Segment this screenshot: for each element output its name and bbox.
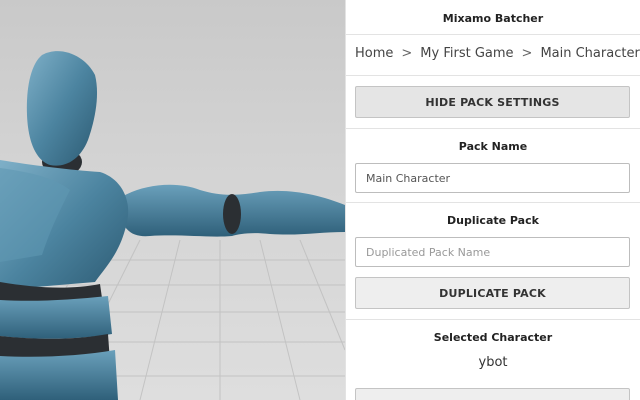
pack-name-section: Pack Name [346, 129, 640, 203]
selected-character-heading: Selected Character [433, 331, 553, 344]
breadcrumb: Home > My First Game > Main Character [355, 46, 640, 61]
selected-character-value: ybot [478, 355, 508, 370]
duplicate-pack-heading: Duplicate Pack [447, 214, 539, 227]
duplicated-pack-name-input[interactable] [355, 237, 630, 267]
character-ybot [0, 51, 345, 400]
selected-character-section: Selected Character ybot [346, 320, 640, 400]
pack-name-heading: Pack Name [458, 140, 528, 153]
breadcrumb-project[interactable]: My First Game [420, 46, 513, 61]
breadcrumb-current: Main Character [540, 46, 640, 61]
app-title: Mixamo Batcher [442, 12, 544, 25]
side-panel: Mixamo Batcher Home > My First Game > Main C… [345, 0, 640, 400]
pack-name-input[interactable] [355, 163, 630, 193]
character-viewport[interactable] [0, 0, 345, 400]
character-preview-image [0, 51, 345, 400]
duplicate-pack-section: Duplicate Pack DUPLICATE PACK [346, 203, 640, 320]
pack-settings-toggle-section: HIDE PACK SETTINGS [346, 76, 640, 129]
app-header: Mixamo Batcher [346, 0, 640, 35]
breadcrumb-section: Home > My First Game > Main Character [346, 35, 640, 76]
breadcrumb-separator: > [521, 46, 533, 61]
duplicate-pack-button[interactable]: DUPLICATE PACK [355, 277, 630, 309]
switch-character-button[interactable] [355, 388, 630, 400]
hide-pack-settings-button[interactable]: HIDE PACK SETTINGS [355, 86, 630, 118]
breadcrumb-home[interactable]: Home [355, 46, 393, 61]
breadcrumb-separator: > [401, 46, 413, 61]
